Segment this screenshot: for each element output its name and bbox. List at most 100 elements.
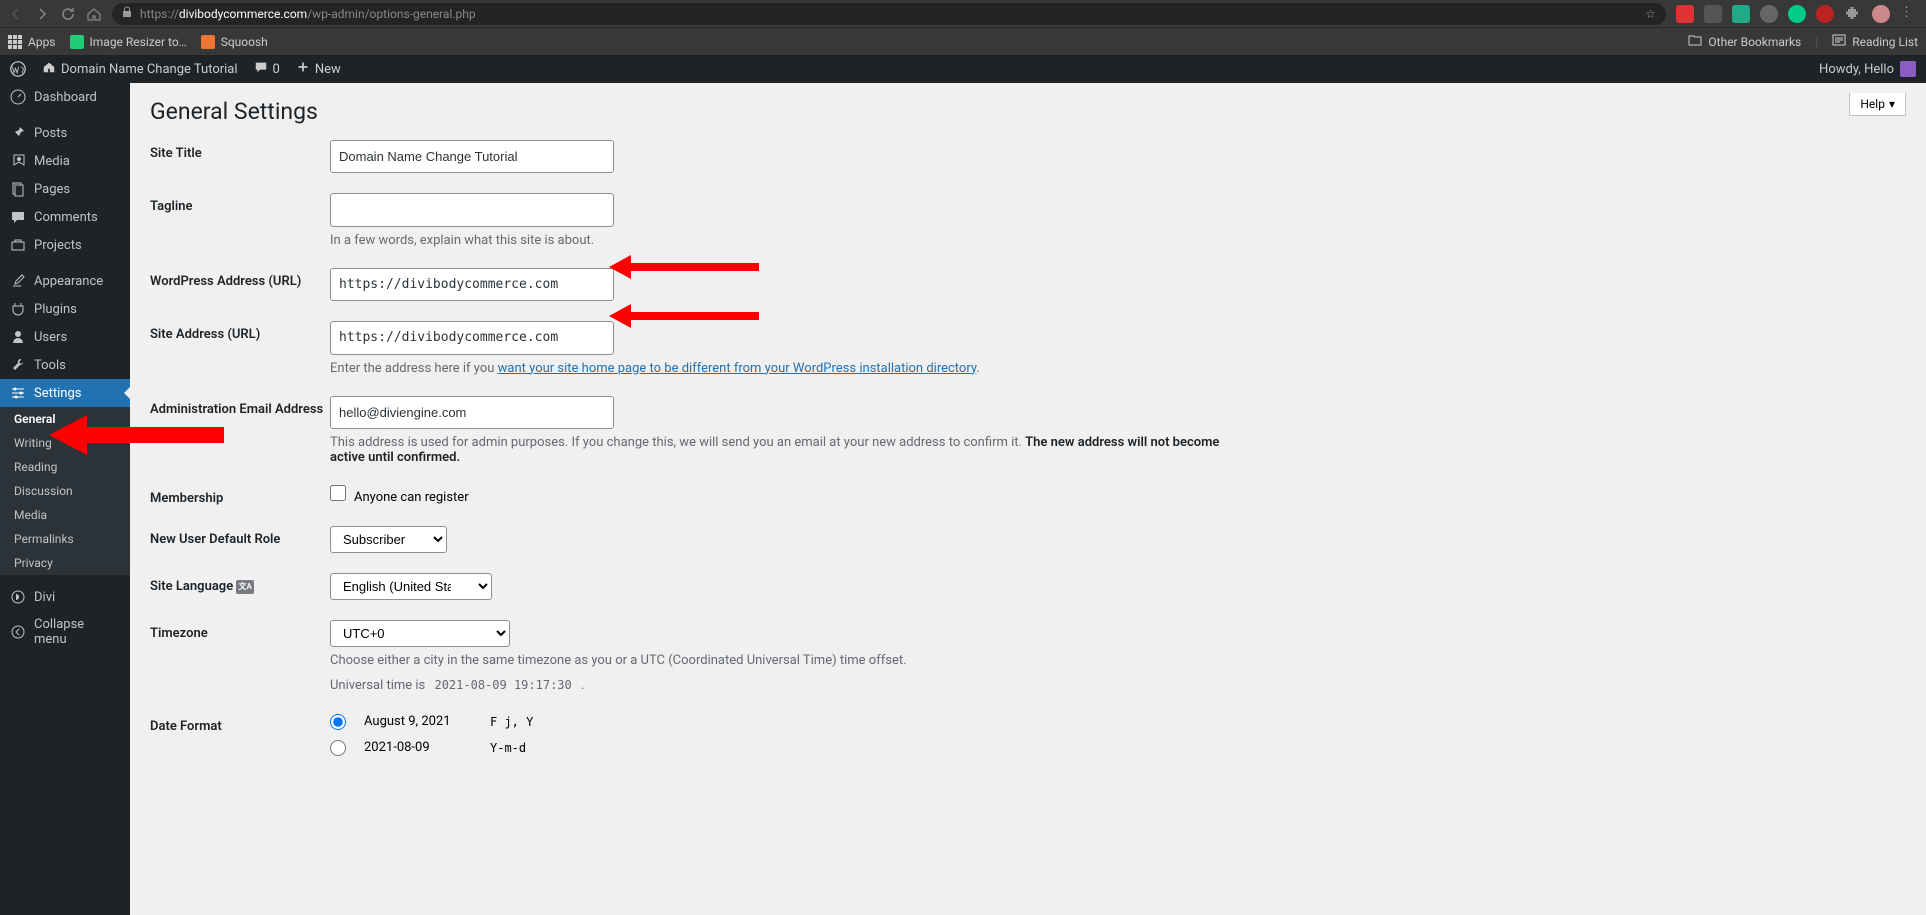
extension-icon[interactable] bbox=[1676, 5, 1694, 23]
home-icon bbox=[42, 60, 56, 78]
pin-icon bbox=[10, 125, 26, 141]
date-format-radio-2[interactable] bbox=[330, 740, 346, 756]
help-tab[interactable]: Help ▾ bbox=[1849, 93, 1906, 116]
sidebar-media[interactable]: Media bbox=[0, 147, 130, 175]
list-icon bbox=[1832, 34, 1846, 49]
admin-email-label: Administration Email Address bbox=[150, 396, 330, 417]
sidebar-comments[interactable]: Comments bbox=[0, 203, 130, 231]
sidebar-dashboard[interactable]: Dashboard bbox=[0, 83, 130, 111]
site-url-input[interactable] bbox=[330, 321, 614, 354]
submenu-writing[interactable]: Writing bbox=[0, 431, 130, 455]
bookmark-favicon bbox=[70, 35, 84, 49]
menu-icon[interactable]: ⋮ bbox=[1900, 5, 1918, 23]
date-format-label: Date Format bbox=[150, 713, 330, 734]
date-format-opt2-label: 2021-08-09 bbox=[364, 740, 474, 755]
sidebar-tools[interactable]: Tools bbox=[0, 351, 130, 379]
membership-checkbox[interactable] bbox=[330, 485, 346, 501]
membership-checkbox-label[interactable]: Anyone can register bbox=[330, 490, 469, 505]
extensions-icon[interactable] bbox=[1844, 5, 1862, 23]
membership-label: Membership bbox=[150, 485, 330, 506]
new-link[interactable]: New bbox=[296, 60, 341, 78]
sidebar-pages[interactable]: Pages bbox=[0, 175, 130, 203]
star-icon[interactable]: ☆ bbox=[1645, 7, 1656, 21]
user-menu[interactable]: Howdy, Hello bbox=[1819, 61, 1916, 77]
default-role-select[interactable]: Subscriber bbox=[330, 526, 447, 553]
reload-button[interactable] bbox=[60, 6, 76, 22]
date-format-opt1-code: F j, Y bbox=[484, 713, 539, 731]
brush-icon bbox=[10, 273, 26, 289]
other-bookmarks[interactable]: Other Bookmarks bbox=[1688, 34, 1801, 49]
sidebar-appearance[interactable]: Appearance bbox=[0, 267, 130, 295]
collapse-menu[interactable]: Collapse menu bbox=[0, 611, 130, 653]
site-title-input[interactable] bbox=[330, 140, 614, 173]
submenu-general[interactable]: General bbox=[0, 407, 130, 431]
comment-icon bbox=[10, 209, 26, 225]
url-bar[interactable]: https://divibodycommerce.com/wp-admin/op… bbox=[112, 3, 1666, 25]
user-icon bbox=[10, 329, 26, 345]
plugin-icon bbox=[10, 301, 26, 317]
extension-icon[interactable] bbox=[1704, 5, 1722, 23]
submenu-discussion[interactable]: Discussion bbox=[0, 479, 130, 503]
collapse-icon bbox=[10, 624, 26, 640]
comments-link[interactable]: 0 bbox=[254, 60, 280, 78]
sidebar-projects[interactable]: Projects bbox=[0, 231, 130, 259]
site-url-desc-link[interactable]: want your site home page to be different… bbox=[498, 361, 977, 376]
reading-list[interactable]: Reading List bbox=[1832, 34, 1918, 49]
page-icon bbox=[10, 181, 26, 197]
date-format-opt1-label: August 9, 2021 bbox=[364, 714, 474, 729]
chevron-down-icon: ▾ bbox=[1889, 97, 1895, 111]
bookmark-squoosh[interactable]: Squoosh bbox=[201, 35, 268, 49]
sidebar-users[interactable]: Users bbox=[0, 323, 130, 351]
universal-time: Universal time is 2021-08-09 19:17:30 . bbox=[330, 678, 1230, 693]
extension-icon[interactable] bbox=[1788, 5, 1806, 23]
site-name-link[interactable]: Domain Name Change Tutorial bbox=[42, 60, 238, 78]
admin-email-input[interactable] bbox=[330, 396, 614, 429]
admin-sidebar: Dashboard Posts Media Pages Comments Pro… bbox=[0, 83, 130, 915]
site-url-desc: Enter the address here if you want your … bbox=[330, 361, 1230, 376]
date-format-radio-1[interactable] bbox=[330, 714, 346, 730]
sidebar-plugins[interactable]: Plugins bbox=[0, 295, 130, 323]
timezone-select[interactable]: UTC+0 bbox=[330, 620, 510, 647]
tagline-input[interactable] bbox=[330, 193, 614, 226]
submenu-media[interactable]: Media bbox=[0, 503, 130, 527]
avatar bbox=[1900, 61, 1916, 77]
sidebar-settings[interactable]: Settings bbox=[0, 379, 130, 407]
dashboard-icon bbox=[10, 89, 26, 105]
settings-submenu: General Writing Reading Discussion Media… bbox=[0, 407, 130, 575]
submenu-privacy[interactable]: Privacy bbox=[0, 551, 130, 575]
sliders-icon bbox=[10, 385, 26, 401]
portfolio-icon bbox=[10, 237, 26, 253]
forward-button[interactable] bbox=[34, 6, 50, 22]
home-button[interactable] bbox=[86, 6, 102, 22]
wp-admin-bar: Domain Name Change Tutorial 0 New Howdy,… bbox=[0, 55, 1926, 83]
extension-icon[interactable] bbox=[1732, 5, 1750, 23]
extension-icon[interactable] bbox=[1816, 5, 1834, 23]
wp-url-input[interactable] bbox=[330, 268, 614, 301]
sidebar-divi[interactable]: Divi bbox=[0, 583, 130, 611]
back-button[interactable] bbox=[8, 6, 24, 22]
media-icon bbox=[10, 153, 26, 169]
admin-email-desc: This address is used for admin purposes.… bbox=[330, 435, 1230, 465]
tagline-desc: In a few words, explain what this site i… bbox=[330, 233, 1230, 248]
submenu-reading[interactable]: Reading bbox=[0, 455, 130, 479]
timezone-label: Timezone bbox=[150, 620, 330, 641]
language-select[interactable]: English (United States) bbox=[330, 573, 492, 600]
wp-logo[interactable] bbox=[10, 61, 26, 77]
extension-icons: ⋮ bbox=[1676, 5, 1918, 23]
folder-icon bbox=[1688, 34, 1702, 49]
language-label: Site Language文A bbox=[150, 573, 330, 594]
timezone-desc: Choose either a city in the same timezon… bbox=[330, 653, 1230, 668]
extension-icon[interactable] bbox=[1760, 5, 1778, 23]
site-url-label: Site Address (URL) bbox=[150, 321, 330, 342]
translate-icon: 文A bbox=[236, 580, 254, 594]
plus-icon bbox=[296, 60, 310, 78]
page-title: General Settings bbox=[150, 98, 318, 125]
bookmark-image-resizer[interactable]: Image Resizer to… bbox=[70, 35, 187, 49]
lock-icon bbox=[122, 6, 132, 21]
sidebar-posts[interactable]: Posts bbox=[0, 119, 130, 147]
apps-button[interactable]: Apps bbox=[8, 35, 56, 49]
profile-icon[interactable] bbox=[1872, 5, 1890, 23]
tagline-label: Tagline bbox=[150, 193, 330, 214]
default-role-label: New User Default Role bbox=[150, 526, 330, 547]
submenu-permalinks[interactable]: Permalinks bbox=[0, 527, 130, 551]
